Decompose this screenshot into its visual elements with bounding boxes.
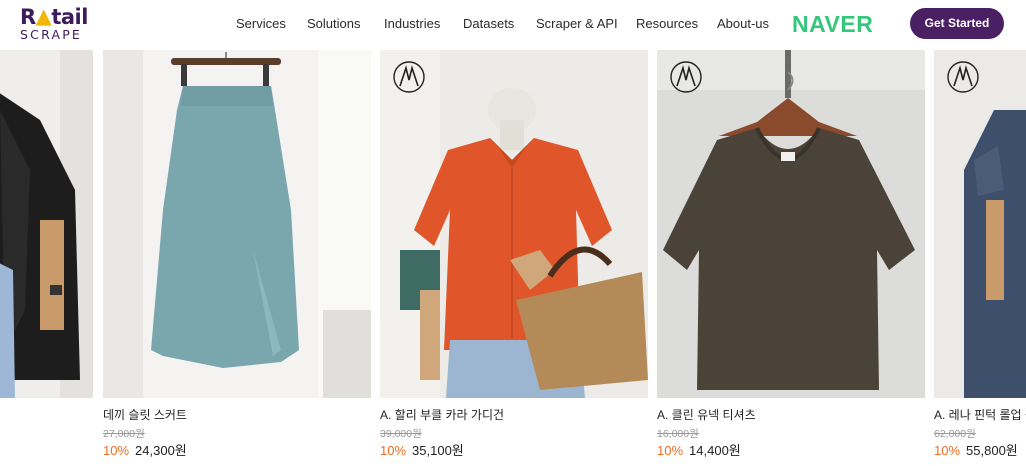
- product-carousel[interactable]: 데끼 슬릿 스커트 27,000원 10% 24,300원 A. 할리 부클 카…: [0, 48, 1026, 466]
- original-price: 62,000원: [934, 428, 976, 440]
- get-started-button[interactable]: Get Started: [910, 8, 1004, 39]
- original-price: 16,000원: [657, 428, 699, 440]
- product-image[interactable]: [657, 50, 925, 398]
- nav-industries[interactable]: Industries: [384, 16, 440, 32]
- product-image[interactable]: [934, 50, 1026, 398]
- original-price: 27,000원: [103, 428, 145, 440]
- nav-resources[interactable]: Resources: [636, 16, 698, 32]
- product-name[interactable]: 데끼 슬릿 스커트: [103, 408, 371, 423]
- discount-rate: 10%: [934, 443, 961, 458]
- nav-services[interactable]: Services: [236, 16, 286, 32]
- product-card[interactable]: A. 할리 부클 카라 가디건 39,000원 10% 35,100원: [380, 48, 648, 466]
- brand-monogram-icon: [670, 61, 702, 93]
- sale-price: 14,400원: [689, 443, 741, 458]
- nav-scraper-api[interactable]: Scraper & API: [536, 16, 618, 32]
- product-image[interactable]: [380, 50, 648, 398]
- product-info: 데끼 슬릿 스커트 27,000원 10% 24,300원: [103, 408, 371, 459]
- nav-solutions[interactable]: Solutions: [307, 16, 360, 32]
- product-info: A. 클린 유넥 티셔츠 16,000원 10% 14,400원: [657, 408, 925, 459]
- discount-rate: 10%: [380, 443, 407, 458]
- sale-price: 55,800원: [966, 443, 1018, 458]
- product-name[interactable]: A. 레나 핀턱 롤업 원: [934, 408, 1026, 423]
- brand-monogram-icon: [947, 61, 979, 93]
- product-name[interactable]: A. 할리 부클 카라 가디건: [380, 408, 648, 423]
- brand-monogram-icon: [393, 61, 425, 93]
- nav-datasets[interactable]: Datasets: [463, 16, 514, 32]
- discount-rate: 10%: [103, 443, 130, 458]
- site-header: R▲tail SCRAPE Services Solutions Industr…: [0, 0, 1026, 48]
- naver-logo: NAVER: [792, 11, 874, 37]
- original-price: 39,000원: [380, 428, 422, 440]
- discount-rate: 10%: [657, 443, 684, 458]
- product-card[interactable]: [0, 48, 93, 466]
- product-name[interactable]: A. 클린 유넥 티셔츠: [657, 408, 925, 423]
- product-card[interactable]: A. 레나 핀턱 롤업 원 62,000원 10% 55,800원: [934, 48, 1026, 466]
- product-card[interactable]: 데끼 슬릿 스커트 27,000원 10% 24,300원: [103, 48, 371, 466]
- product-image[interactable]: [103, 50, 371, 398]
- nav-about-us[interactable]: About-us: [717, 16, 769, 32]
- product-card[interactable]: A. 클린 유넥 티셔츠 16,000원 10% 14,400원: [657, 48, 925, 466]
- sale-price: 35,100원: [412, 443, 464, 458]
- product-info: A. 레나 핀턱 롤업 원 62,000원 10% 55,800원: [934, 408, 1026, 459]
- product-image[interactable]: [0, 50, 93, 398]
- product-info: A. 할리 부클 카라 가디건 39,000원 10% 35,100원: [380, 408, 648, 459]
- sale-price: 24,300원: [135, 443, 187, 458]
